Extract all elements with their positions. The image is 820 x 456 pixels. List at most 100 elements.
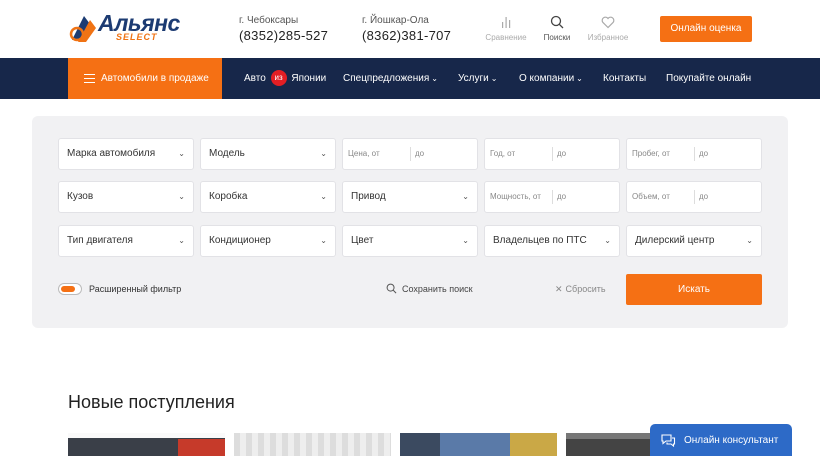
power-from-input[interactable]: Мощность, от — [490, 182, 541, 212]
chevron-down-icon: ⌄ — [462, 192, 469, 201]
year-from-input[interactable]: Год, от — [490, 139, 515, 169]
saved-searches-label: Поиски — [543, 33, 571, 42]
volume-from-input[interactable]: Объем, от — [632, 182, 670, 212]
owners-select[interactable]: Владельцев по ПТС ⌄ — [484, 225, 620, 257]
nav-item-contacts[interactable]: Контакты — [603, 58, 646, 99]
volume-range[interactable]: Объем, от до — [626, 181, 762, 213]
nav-about-label: О компании — [519, 73, 575, 84]
nav-item-services[interactable]: Услуги ⌄ — [458, 58, 497, 99]
favorites-label: Избранное — [587, 33, 629, 42]
ac-select[interactable]: Кондиционер ⌄ — [200, 225, 336, 257]
chevron-down-icon: ⌄ — [320, 192, 327, 201]
search-button[interactable]: Искать — [626, 274, 762, 305]
color-select[interactable]: Цвет ⌄ — [342, 225, 478, 257]
save-search-button[interactable]: Сохранить поиск — [386, 283, 473, 295]
saved-searches-link[interactable]: Поиски — [534, 14, 580, 42]
price-range[interactable]: Цена, от до — [342, 138, 478, 170]
advanced-filter-toggle[interactable] — [58, 283, 82, 295]
make-select-label: Марка автомобиля — [67, 148, 156, 159]
online-consultant-label: Онлайн консультант — [684, 434, 779, 446]
range-divider — [552, 190, 553, 204]
gearbox-select[interactable]: Коробка ⌄ — [200, 181, 336, 213]
year-to-input[interactable]: до — [557, 139, 566, 169]
nav-item-japan[interactable]: Авто из Японии — [244, 58, 326, 99]
nav-item-buy-online[interactable]: Покупайте онлайн — [666, 58, 751, 99]
year-range[interactable]: Год, от до — [484, 138, 620, 170]
nav-item-about[interactable]: О компании ⌄ — [519, 58, 583, 99]
range-divider — [552, 147, 553, 161]
online-valuation-button[interactable]: Онлайн оценка — [660, 16, 752, 42]
dealer-select[interactable]: Дилерский центр ⌄ — [626, 225, 762, 257]
favorites-link[interactable]: Избранное — [585, 14, 631, 42]
mileage-range[interactable]: Пробег, от до — [626, 138, 762, 170]
model-select[interactable]: Модель ⌄ — [200, 138, 336, 170]
nav-japan-pre: Авто — [244, 73, 266, 84]
logo-mark-icon — [69, 16, 96, 42]
chevron-down-icon: ⌄ — [490, 74, 498, 83]
chevron-down-icon: ⌄ — [431, 74, 438, 83]
car-card-image[interactable] — [400, 433, 557, 456]
nav-contacts-label: Контакты — [603, 73, 647, 84]
chat-icon — [661, 434, 676, 447]
engine-select-label: Тип двигателя — [67, 235, 133, 246]
car-card-image[interactable] — [234, 433, 391, 456]
phone-cheboksary[interactable]: (8352)285-527 — [239, 28, 328, 43]
chevron-down-icon: ⌄ — [178, 192, 185, 201]
body-select[interactable]: Кузов ⌄ — [58, 181, 194, 213]
brand-subtitle: SELECT — [116, 32, 158, 42]
body-select-label: Кузов — [67, 191, 94, 202]
heart-icon — [601, 16, 615, 29]
mileage-to-input[interactable]: до — [699, 139, 708, 169]
brand-logo[interactable]: Альянс SELECT — [68, 10, 190, 46]
close-icon: ✕ — [555, 284, 563, 294]
save-search-label: Сохранить поиск — [402, 284, 473, 294]
cars-for-sale-button[interactable]: Автомобили в продаже — [68, 58, 222, 99]
power-range[interactable]: Мощность, от до — [484, 181, 620, 213]
range-divider — [694, 147, 695, 161]
nav-specials-label: Спецпредложения — [343, 73, 430, 84]
nav-services-label: Услуги — [458, 73, 489, 84]
nav-item-specials[interactable]: Спецпредложения ⌄ — [343, 58, 438, 99]
city-cheboksary: г. Чебоксары — [239, 15, 299, 26]
mileage-from-input[interactable]: Пробег, от — [632, 139, 670, 169]
phone-yoshkar-ola[interactable]: (8362)381-707 — [362, 28, 451, 43]
power-to-input[interactable]: до — [557, 182, 566, 212]
nav-japan-post: Японии — [291, 73, 327, 84]
model-select-label: Модель — [209, 148, 245, 159]
chevron-down-icon: ⌄ — [576, 74, 583, 83]
dealer-select-label: Дилерский центр — [635, 235, 715, 246]
chevron-down-icon: ⌄ — [178, 149, 185, 158]
make-select[interactable]: Марка автомобиля ⌄ — [58, 138, 194, 170]
menu-icon — [84, 74, 95, 84]
reset-button[interactable]: ✕ Сбросить — [555, 283, 606, 295]
color-select-label: Цвет — [351, 235, 374, 246]
gearbox-select-label: Коробка — [209, 191, 248, 202]
advanced-filter-label[interactable]: Расширенный фильтр — [89, 283, 181, 295]
online-consultant-button[interactable]: Онлайн консультант — [650, 424, 792, 456]
price-from-input[interactable]: Цена, от — [348, 139, 380, 169]
nav-buy-online-label: Покупайте онлайн — [666, 73, 752, 84]
city-yoshkar-ola: г. Йошкар-Ола — [362, 15, 429, 26]
site-header: Альянс SELECT г. Чебоксары (8352)285-527… — [0, 0, 820, 58]
engine-select[interactable]: Тип двигателя ⌄ — [58, 225, 194, 257]
car-card-image[interactable] — [68, 433, 225, 456]
compare-label: Сравнение — [485, 33, 527, 42]
new-arrivals-title: Новые поступления — [68, 392, 235, 412]
chevron-down-icon: ⌄ — [462, 236, 469, 245]
toggle-knob — [61, 286, 75, 292]
search-icon — [550, 15, 564, 29]
chevron-down-icon: ⌄ — [320, 236, 327, 245]
range-divider — [694, 190, 695, 204]
compare-link[interactable]: Сравнение — [483, 14, 529, 42]
drive-select[interactable]: Привод ⌄ — [342, 181, 478, 213]
range-divider — [410, 147, 411, 161]
owners-select-label: Владельцев по ПТС — [493, 235, 587, 246]
volume-to-input[interactable]: до — [699, 182, 708, 212]
chevron-down-icon: ⌄ — [604, 236, 611, 245]
ac-select-label: Кондиционер — [209, 235, 271, 246]
search-icon — [386, 283, 397, 294]
main-nav: Автомобили в продаже Авто из Японии Спец… — [0, 58, 820, 99]
price-to-input[interactable]: до — [415, 139, 424, 169]
bar-chart-icon — [502, 17, 511, 28]
cars-for-sale-label: Автомобили в продаже — [101, 73, 209, 84]
